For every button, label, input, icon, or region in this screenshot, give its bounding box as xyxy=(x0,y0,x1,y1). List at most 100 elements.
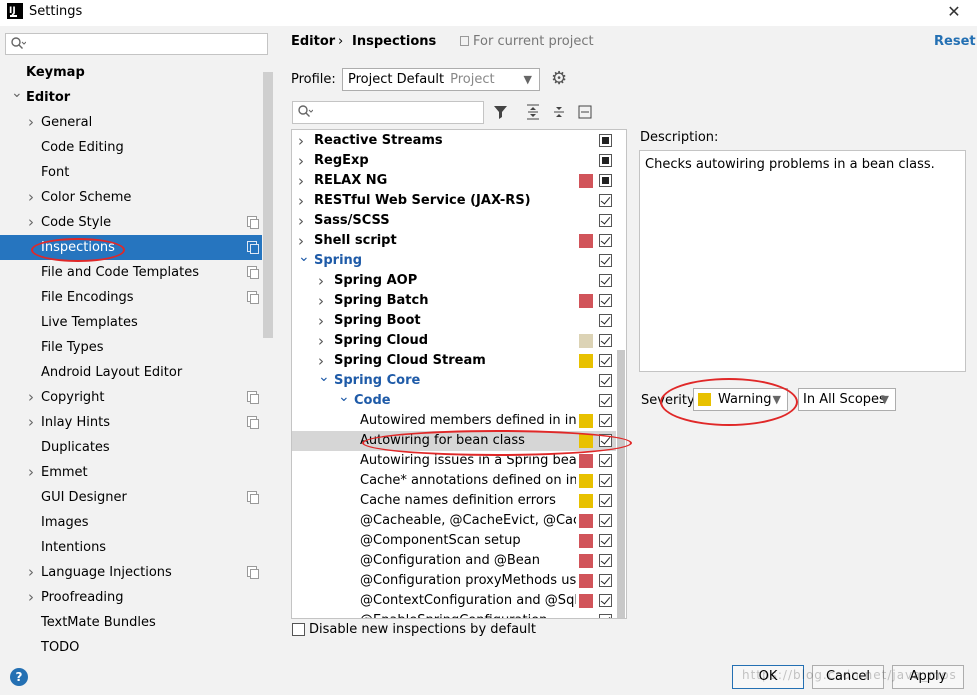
chevron-right-icon[interactable]: › xyxy=(298,171,304,191)
inspection-group-row[interactable]: › Shell script xyxy=(292,231,616,251)
sidebar-search-input[interactable] xyxy=(5,33,268,55)
sidebar-item-emmet[interactable]: › Emmet xyxy=(0,460,262,485)
inspection-enabled-checkbox[interactable] xyxy=(599,534,612,547)
inspection-enabled-checkbox[interactable] xyxy=(599,474,612,487)
chevron-right-icon[interactable]: › xyxy=(318,291,324,311)
inspection-enabled-checkbox[interactable] xyxy=(599,514,612,527)
inspection-enabled-checkbox[interactable] xyxy=(599,234,612,247)
sidebar-item-android-layout-editor[interactable]: Android Layout Editor xyxy=(0,360,262,385)
inspection-group-row[interactable]: › Spring Cloud Stream xyxy=(292,351,616,371)
inspection-enabled-checkbox[interactable] xyxy=(599,214,612,227)
inspection-enabled-checkbox[interactable] xyxy=(599,494,612,507)
collapse-all-icon[interactable] xyxy=(550,104,568,122)
sidebar-item-duplicates[interactable]: Duplicates xyxy=(0,435,262,460)
inspection-enabled-checkbox[interactable] xyxy=(599,574,612,587)
close-icon[interactable]: ✕ xyxy=(944,2,964,21)
chevron-right-icon[interactable]: › xyxy=(298,191,304,211)
inspection-group-row[interactable]: › RELAX NG xyxy=(292,171,616,191)
breadcrumb-editor[interactable]: Editor xyxy=(291,34,335,49)
sidebar-item-inlay-hints[interactable]: › Inlay Hints xyxy=(0,410,262,435)
inspection-group-row[interactable]: ⌄ Code xyxy=(292,389,616,411)
inspection-row[interactable]: @Configuration proxyMethods usa xyxy=(292,571,616,591)
chevron-right-icon[interactable]: › xyxy=(318,331,324,351)
profile-dropdown[interactable]: Project Default Project ▼ xyxy=(342,68,540,91)
inspection-group-row[interactable]: › Spring AOP xyxy=(292,271,616,291)
sidebar-item-color-scheme[interactable]: › Color Scheme xyxy=(0,185,262,210)
chevron-right-icon[interactable]: › xyxy=(298,211,304,231)
sidebar-item-language-injections[interactable]: › Language Injections xyxy=(0,560,262,585)
inspection-group-row[interactable]: ⌄ Spring xyxy=(292,249,616,271)
sidebar-item-file-and-code-templates[interactable]: File and Code Templates xyxy=(0,260,262,285)
sidebar-item-font[interactable]: Font xyxy=(0,160,262,185)
chevron-right-icon[interactable]: › xyxy=(28,185,34,210)
sidebar-item-copyright[interactable]: › Copyright xyxy=(0,385,262,410)
inspection-enabled-checkbox[interactable] xyxy=(599,374,612,387)
inspection-row[interactable]: @Configuration and @Bean xyxy=(292,551,616,571)
sidebar-item-file-types[interactable]: File Types xyxy=(0,335,262,360)
inspection-group-row[interactable]: › Spring Cloud xyxy=(292,331,616,351)
sidebar-item-intentions[interactable]: Intentions xyxy=(0,535,262,560)
chevron-right-icon[interactable]: › xyxy=(318,271,324,291)
chevron-right-icon[interactable]: › xyxy=(28,410,34,435)
inspection-row[interactable]: @EnableSpringConfiguration xyxy=(292,611,616,618)
inspection-row[interactable]: Cache* annotations defined on inte xyxy=(292,471,616,491)
sidebar-item-textmate-bundles[interactable]: TextMate Bundles xyxy=(0,610,262,635)
sidebar-item-file-encodings[interactable]: File Encodings xyxy=(0,285,262,310)
tree-scrollbar[interactable] xyxy=(617,350,625,618)
inspection-group-row[interactable]: › RegExp xyxy=(292,151,616,171)
sidebar-item-code-editing[interactable]: Code Editing xyxy=(0,135,262,160)
inspection-search-input[interactable] xyxy=(292,101,484,124)
inspection-group-row[interactable]: › RESTful Web Service (JAX-RS) xyxy=(292,191,616,211)
inspection-row[interactable]: @ComponentScan setup xyxy=(292,531,616,551)
inspection-enabled-checkbox[interactable] xyxy=(599,614,612,618)
chevron-right-icon[interactable]: › xyxy=(28,110,34,135)
disable-new-inspections-checkbox[interactable] xyxy=(292,623,305,636)
chevron-right-icon[interactable]: › xyxy=(318,311,324,331)
inspection-enabled-checkbox[interactable] xyxy=(599,454,612,467)
inspection-enabled-checkbox[interactable] xyxy=(599,334,612,347)
inspection-enabled-checkbox[interactable] xyxy=(599,314,612,327)
inspection-enabled-checkbox[interactable] xyxy=(599,354,612,367)
inspection-row[interactable]: @Cacheable, @CacheEvict, @Cach xyxy=(292,511,616,531)
sidebar-item-code-style[interactable]: › Code Style xyxy=(0,210,262,235)
inspection-row[interactable]: Cache names definition errors xyxy=(292,491,616,511)
inspection-enabled-checkbox[interactable] xyxy=(599,274,612,287)
chevron-right-icon[interactable]: › xyxy=(298,151,304,171)
inspection-enabled-checkbox[interactable] xyxy=(599,554,612,567)
chevron-right-icon[interactable]: › xyxy=(28,460,34,485)
inspection-row[interactable]: Autowired members defined in inv xyxy=(292,411,616,431)
inspection-enabled-checkbox[interactable] xyxy=(599,174,612,187)
filter-icon[interactable] xyxy=(492,104,510,122)
inspection-group-row[interactable]: › Reactive Streams xyxy=(292,131,616,151)
sidebar-item-proofreading[interactable]: › Proofreading xyxy=(0,585,262,610)
sidebar-item-editor[interactable]: ⌄ Editor xyxy=(0,85,262,110)
inspection-enabled-checkbox[interactable] xyxy=(599,394,612,407)
inspection-enabled-checkbox[interactable] xyxy=(599,154,612,167)
sidebar-item-live-templates[interactable]: Live Templates xyxy=(0,310,262,335)
chevron-right-icon[interactable]: › xyxy=(28,210,34,235)
chevron-right-icon[interactable]: › xyxy=(28,585,34,610)
sidebar-scrollbar[interactable] xyxy=(263,72,273,338)
inspection-enabled-checkbox[interactable] xyxy=(599,134,612,147)
inspection-enabled-checkbox[interactable] xyxy=(599,194,612,207)
chevron-down-icon[interactable]: ⌄ xyxy=(11,81,23,106)
chevron-down-icon[interactable]: ⌄ xyxy=(318,367,330,387)
inspection-group-row[interactable]: › Spring Batch xyxy=(292,291,616,311)
expand-all-icon[interactable] xyxy=(524,104,542,122)
sidebar-item-gui-designer[interactable]: GUI Designer xyxy=(0,485,262,510)
sidebar-item-images[interactable]: Images xyxy=(0,510,262,535)
inspection-enabled-checkbox[interactable] xyxy=(599,594,612,607)
help-icon[interactable]: ? xyxy=(10,668,28,686)
sidebar-item-general[interactable]: › General xyxy=(0,110,262,135)
chevron-down-icon[interactable]: ⌄ xyxy=(298,247,310,267)
scope-dropdown[interactable]: In All Scopes ▼ xyxy=(798,388,896,411)
inspection-group-row[interactable]: › Sass/SCSS xyxy=(292,211,616,231)
chevron-down-icon[interactable]: ⌄ xyxy=(338,387,350,407)
inspection-row[interactable]: @ContextConfiguration and @SqlC xyxy=(292,591,616,611)
chevron-right-icon[interactable]: › xyxy=(28,385,34,410)
chevron-right-icon[interactable]: › xyxy=(28,560,34,585)
inspection-group-row[interactable]: › Spring Boot xyxy=(292,311,616,331)
inspection-enabled-checkbox[interactable] xyxy=(599,254,612,267)
reset-to-default-icon[interactable] xyxy=(576,104,594,122)
inspection-enabled-checkbox[interactable] xyxy=(599,414,612,427)
